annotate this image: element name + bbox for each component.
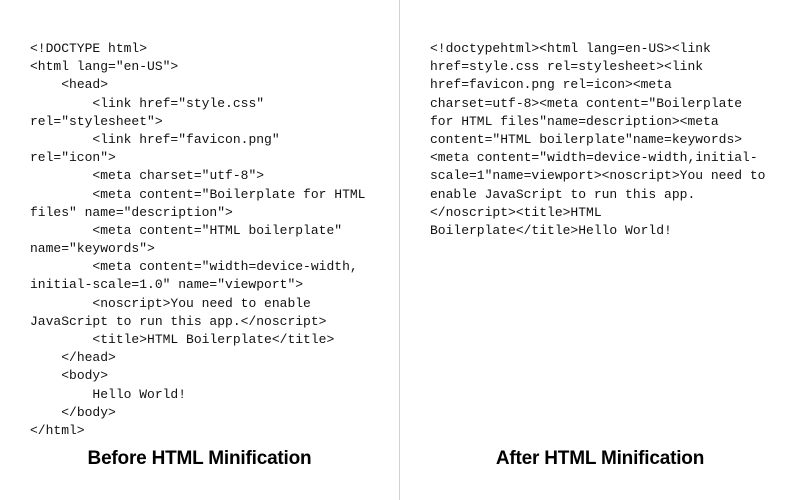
before-caption: Before HTML Minification [88, 448, 312, 469]
before-caption-bar: Before HTML Minification [0, 448, 399, 470]
after-code: <!doctypehtml><html lang=en-US><link hre… [430, 40, 770, 500]
before-panel: <!DOCTYPE html> <html lang="en-US"> <hea… [0, 0, 400, 500]
before-code: <!DOCTYPE html> <html lang="en-US"> <hea… [30, 40, 369, 500]
after-panel: <!doctypehtml><html lang=en-US><link hre… [400, 0, 800, 500]
after-caption-bar: After HTML Minification [400, 448, 800, 470]
after-caption: After HTML Minification [496, 448, 704, 469]
